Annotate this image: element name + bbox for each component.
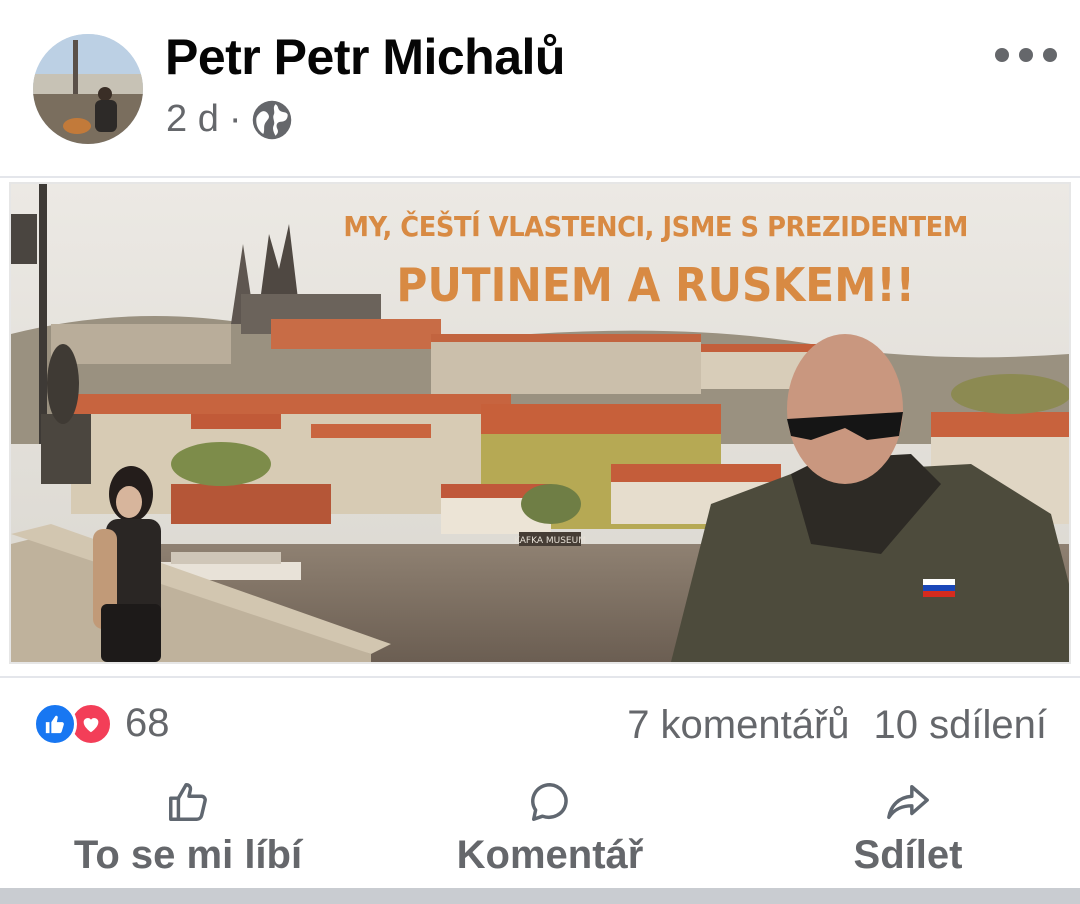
post-meta: 2 d · [166,98,293,141]
reaction-count: 68 [125,701,170,745]
share-button[interactable]: Sdílet [848,775,968,885]
comment-button[interactable]: Komentář [450,775,650,885]
comments-shares: 7 komentářů 10 sdílení [627,703,1047,748]
kafka-museum-sign: KAFKA MUSEUM [514,536,586,546]
meta-separator: · [228,98,242,140]
thumbs-up-icon [169,783,207,821]
caption-line-2: PUTINEM A RUSKEM!! [396,258,915,312]
dot-2 [1019,48,1033,62]
divider [0,176,1080,178]
like-label: To se mi líbí [73,833,303,877]
post-actions: To se mi líbí Komentář Sdílet [0,775,1080,885]
post-stats: 68 7 komentářů 10 sdílení [0,685,1080,765]
globe-icon[interactable] [251,99,293,141]
share-label: Sdílet [853,833,963,877]
post-time[interactable]: 2 d [166,98,219,141]
dot-1 [995,48,1009,62]
feed-separator [0,888,1080,904]
reactions-summary[interactable]: 68 [33,701,170,746]
like-icon [33,701,77,746]
post-image[interactable]: KAFKA MUSEUM MY, ČEŠTÍ VLASTENCI, JSME S… [11,184,1069,662]
dot-3 [1043,48,1057,62]
caption-line-1: MY, ČEŠTÍ VLASTENCI, JSME S PREZIDENTEM [343,210,968,243]
prague-photo: KAFKA MUSEUM [11,184,1069,662]
divider [0,676,1080,678]
more-options-icon[interactable] [995,40,1057,70]
comments-count[interactable]: 7 komentářů [627,703,849,747]
comment-label: Komentář [456,833,644,877]
post-header: Petr Petr Michalů 2 d · [0,0,1080,178]
share-icon [887,784,929,820]
author-avatar[interactable] [33,34,143,144]
author-name[interactable]: Petr Petr Michalů [165,28,565,86]
like-button[interactable]: To se mi líbí [68,775,308,885]
shares-count[interactable]: 10 sdílení [874,703,1047,747]
comment-icon [531,783,568,821]
